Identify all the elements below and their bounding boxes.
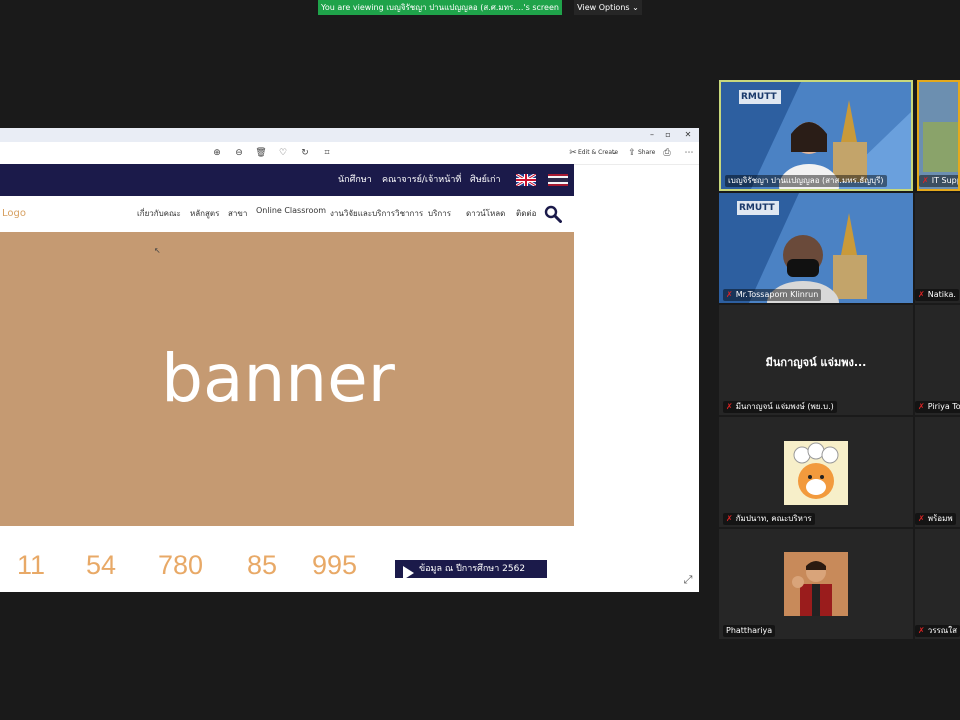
viewer-toolbar: ⊕ ⊖ 🗑 ♡ ↻ ⌗ ✂ Edit & Create ⌄ ⇪ Share ⎙ … bbox=[0, 142, 699, 165]
main-nav: Logo เกี่ยวกับคณะ หลักสูตร สาขา Online C… bbox=[0, 196, 574, 233]
participant-tile[interactable]: ✗ พร้อมพ bbox=[915, 417, 960, 527]
stat-value: 780 bbox=[158, 550, 204, 580]
participant-name-text: Mr.Tossaporn Klinrun bbox=[735, 290, 819, 299]
search-icon[interactable] bbox=[544, 205, 562, 223]
participant-name-text: วรรณใส bbox=[927, 626, 957, 635]
nav-about[interactable]: เกี่ยวกับคณะ bbox=[137, 196, 181, 232]
participant-name: เบญจิรัชญา ปานแปญญลอ (สาส.มทร.ธัญบุรี) bbox=[725, 175, 887, 187]
participant-name: ✗ Mr.Tossaporn Klinrun bbox=[723, 289, 822, 301]
delete-icon[interactable]: 🗑 bbox=[254, 147, 268, 159]
participant-name-text: พร้อมพ bbox=[927, 514, 953, 523]
nav-departments[interactable]: สาขา bbox=[228, 196, 247, 232]
nav-services[interactable]: บริการ bbox=[428, 196, 451, 232]
participant-tile[interactable]: ✗ IT Supp bbox=[917, 80, 960, 191]
window-titlebar: – ▫ ✕ bbox=[0, 128, 699, 142]
nav-curriculum[interactable]: หลักสูตร bbox=[190, 196, 219, 232]
muted-mic-icon: ✗ bbox=[726, 514, 733, 523]
top-nav: นักศึกษา คณาจารย์/เจ้าหน้าที่ ศิษย์เก่า bbox=[0, 164, 574, 196]
participant-tile[interactable]: มีนกาญจน์ แจ่มพง... ✗ มีนกาญจน์ แจ่มพงษ์ … bbox=[719, 305, 913, 415]
play-arrow-icon bbox=[403, 566, 414, 580]
muted-mic-icon: ✗ bbox=[918, 626, 925, 635]
participant-display-name: มีนกาญจน์ แจ่มพง... bbox=[765, 356, 867, 369]
participant-name: Phatthariya bbox=[723, 625, 776, 637]
participant-tile[interactable]: ✗ Natika. bbox=[915, 193, 960, 303]
participant-name: ✗ Natika. bbox=[915, 289, 959, 301]
hero-banner: banner bbox=[0, 232, 574, 526]
participant-tile[interactable]: ✗ วรรณใส bbox=[915, 529, 960, 639]
rmutt-logo: RMUTT bbox=[739, 203, 775, 213]
participant-name-text: Natika. bbox=[927, 290, 956, 299]
participant-name: ✗ Piriya To bbox=[915, 401, 960, 413]
stat-value: 995 bbox=[312, 550, 358, 580]
view-options-button[interactable]: View Options ⌄ bbox=[574, 0, 642, 15]
avatar bbox=[784, 441, 848, 505]
stat-value: 85 bbox=[247, 550, 278, 580]
rmutt-logo: RMUTT bbox=[741, 92, 777, 102]
nav-research[interactable]: งานวิจัยและบริการวิชาการ bbox=[330, 196, 423, 232]
shared-screen: – ▫ ✕ ⊕ ⊖ 🗑 ♡ ↻ ⌗ ✂ Edit & Create ⌄ ⇪ Sh… bbox=[0, 128, 699, 592]
mouse-cursor-icon: ↖ bbox=[154, 246, 161, 255]
info-button[interactable]: ข้อมูล ณ ปีการศึกษา 2562 bbox=[395, 560, 547, 578]
print-icon[interactable]: ⎙ bbox=[660, 147, 674, 159]
info-button-label: ข้อมูล ณ ปีการศึกษา 2562 bbox=[419, 564, 526, 574]
muted-mic-icon: ✗ bbox=[918, 402, 925, 411]
maximize-icon[interactable]: ▫ bbox=[658, 128, 678, 142]
participant-name: ✗ กัมปนาท, คณะบริหาร bbox=[723, 513, 815, 525]
close-icon[interactable]: ✕ bbox=[678, 128, 698, 142]
favorite-icon[interactable]: ♡ bbox=[276, 147, 290, 159]
banner-text: banner bbox=[161, 340, 395, 417]
avatar bbox=[784, 552, 848, 616]
participant-name: ✗ IT Supp bbox=[919, 175, 960, 187]
topnav-alumni[interactable]: ศิษย์เก่า bbox=[470, 164, 501, 196]
nav-download[interactable]: ดาวน์โหลด bbox=[466, 196, 505, 232]
viewing-banner: You are viewing เบญจิรัชญา ปานแปญญลอ (ส.… bbox=[318, 0, 562, 15]
thai-flag-icon[interactable] bbox=[548, 174, 568, 186]
participant-name: ✗ พร้อมพ bbox=[915, 513, 956, 525]
stat-value: 11 bbox=[17, 550, 46, 580]
site-logo[interactable]: Logo bbox=[2, 196, 26, 232]
video-background bbox=[919, 82, 958, 189]
participant-name: ✗ มีนกาญจน์ แจ่มพงษ์ (พย.บ.) bbox=[723, 401, 837, 413]
nav-contact[interactable]: ติดต่อ bbox=[516, 196, 536, 232]
rotate-icon[interactable]: ↻ bbox=[298, 147, 312, 159]
muted-mic-icon: ✗ bbox=[918, 290, 925, 299]
participant-name: ✗ วรรณใส bbox=[915, 625, 960, 637]
stat-value: 54 bbox=[86, 550, 117, 580]
zoom-out-icon[interactable]: ⊖ bbox=[232, 147, 246, 159]
expand-icon[interactable]: ⤢ bbox=[682, 574, 694, 586]
crop-icon[interactable]: ⌗ bbox=[320, 147, 334, 159]
muted-mic-icon: ✗ bbox=[918, 514, 925, 523]
participant-tile-active-speaker[interactable]: RMUTT เบญจิรัชญา ปานแปญญลอ (สาส.มทร.ธัญบ… bbox=[719, 80, 913, 191]
participant-name-text: กัมปนาท, คณะบริหาร bbox=[735, 514, 812, 523]
uk-flag-icon[interactable] bbox=[516, 174, 536, 186]
share-button[interactable]: Share bbox=[638, 147, 655, 159]
muted-mic-icon: ✗ bbox=[726, 402, 733, 411]
nav-online-classroom[interactable]: Online Classroom bbox=[256, 193, 326, 229]
participant-name-text: มีนกาญจน์ แจ่มพงษ์ (พย.บ.) bbox=[735, 402, 834, 411]
participant-tile[interactable]: Phatthariya bbox=[719, 529, 913, 639]
participant-name-text: IT Supp bbox=[931, 176, 960, 185]
zoom-in-icon[interactable]: ⊕ bbox=[210, 147, 224, 159]
share-icon[interactable]: ⇪ bbox=[625, 147, 639, 159]
topnav-staff[interactable]: คณาจารย์/เจ้าหน้าที่ bbox=[382, 164, 461, 196]
participant-name-text: Piriya To bbox=[927, 402, 960, 411]
muted-mic-icon: ✗ bbox=[922, 176, 929, 185]
participant-tile[interactable]: ✗ กัมปนาท, คณะบริหาร bbox=[719, 417, 913, 527]
chevron-down-icon[interactable]: ⌄ bbox=[612, 147, 617, 159]
participant-tile[interactable]: ✗ Piriya To bbox=[915, 305, 960, 415]
muted-mic-icon: ✗ bbox=[726, 290, 733, 299]
participant-tile[interactable]: RMUTT ✗ Mr.Tossaporn Klinrun bbox=[719, 193, 913, 303]
more-icon[interactable]: ⋯ bbox=[682, 147, 696, 159]
topnav-students[interactable]: นักศึกษา bbox=[338, 164, 372, 196]
